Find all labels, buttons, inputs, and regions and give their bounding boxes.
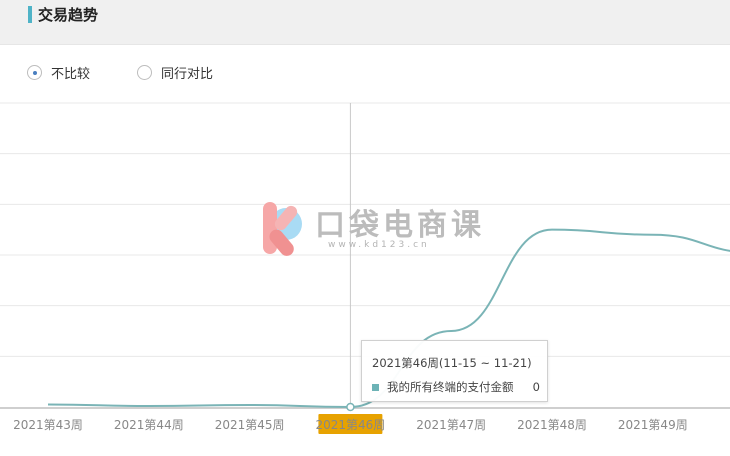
tooltip-value: 0 (532, 380, 540, 394)
tooltip-series-name: 我的所有终端的支付金额 (387, 380, 514, 394)
tooltip-row: 我的所有终端的支付金额 0 (372, 379, 540, 395)
x-tick-label: 2021第45周 (215, 418, 285, 432)
watermark-brand: 口袋电商课 (315, 208, 485, 243)
series-color-swatch (372, 383, 379, 391)
watermark: 口袋电商课 www.kd123.cn (260, 198, 490, 258)
x-tick-label: 2021第43周 (13, 418, 83, 432)
data-point (346, 402, 355, 412)
watermark-url: www.kd123.cn (328, 240, 430, 250)
x-tick-label: 2021第44周 (114, 418, 184, 432)
watermark-k-logo (263, 202, 302, 256)
x-tick-label: 2021第47周 (416, 418, 486, 432)
x-tick-label: 2021第49周 (618, 418, 688, 432)
tooltip-title: 2021第46周(11-15 ~ 11-21) (372, 356, 532, 370)
x-tick-label: 2021第46周 (315, 418, 385, 432)
chart-tooltip: 2021第46周(11-15 ~ 11-21) 我的所有终端的支付金额 0 (361, 340, 548, 402)
x-tick-label: 2021第48周 (517, 418, 587, 432)
